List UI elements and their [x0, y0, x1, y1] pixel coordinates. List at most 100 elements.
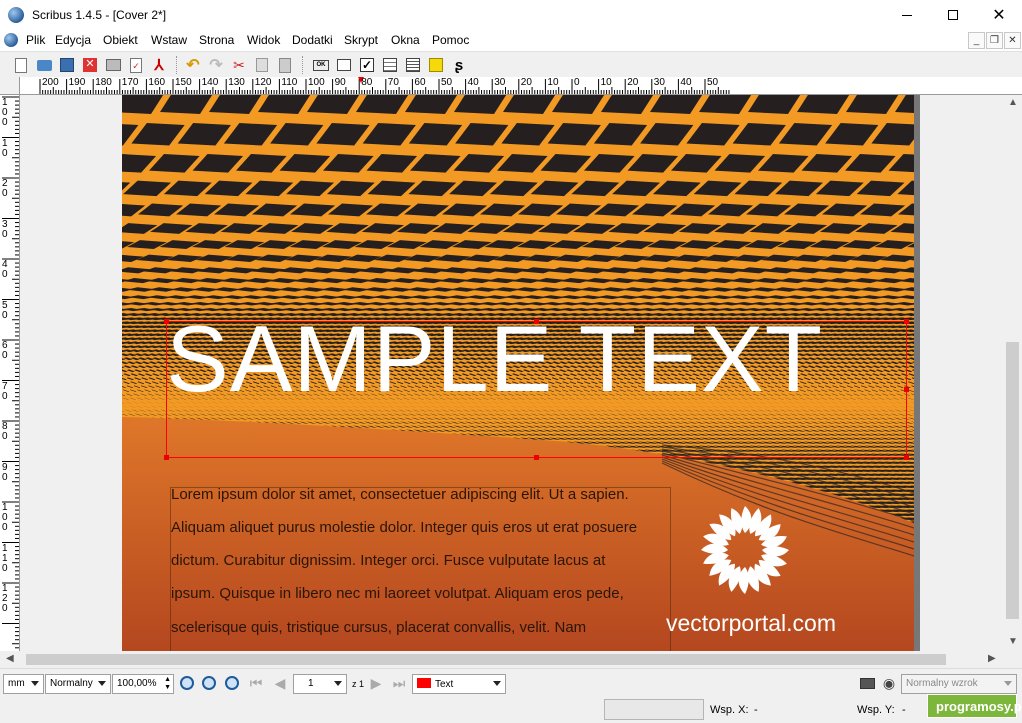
document-canvas[interactable]: SAMPLE TEXT Lorem ipsum dolor sit amet, …	[21, 95, 1003, 651]
menu-strona[interactable]: Strona	[199, 33, 234, 47]
save-button[interactable]	[58, 56, 76, 74]
document-page[interactable]: SAMPLE TEXT Lorem ipsum dolor sit amet, …	[122, 95, 914, 651]
menu-okna[interactable]: Okna	[391, 33, 420, 47]
pdf-list-box-tool[interactable]	[404, 56, 422, 74]
ruler-label: 150	[175, 77, 192, 88]
ruler-label: 2 0	[2, 178, 8, 199]
ruler-label: 50	[707, 77, 719, 88]
ruler-label: 20	[627, 77, 639, 88]
pdf-checkbox-tool[interactable]: ✓	[358, 56, 376, 74]
ruler-label: 60	[414, 77, 426, 88]
paste-icon	[279, 57, 291, 73]
ruler-label: 1 0 0	[2, 502, 8, 533]
export-pdf-button[interactable]: ⅄	[150, 56, 168, 74]
toolbar-separator	[302, 56, 303, 74]
cut-button[interactable]: ✂	[230, 56, 248, 74]
copy-icon	[256, 58, 268, 72]
ruler-label: 90	[334, 77, 346, 88]
open-button[interactable]	[35, 56, 53, 74]
list-icon	[383, 58, 397, 72]
menu-pomoc[interactable]: Pomoc	[432, 33, 469, 47]
pdf-combo-box-tool[interactable]	[381, 56, 399, 74]
menu-bar: Plik Edycja Obiekt Wstaw Strona Widok Do…	[0, 30, 1022, 51]
close-icon: ✕	[992, 7, 1006, 24]
redo-button[interactable]: ↷	[207, 56, 225, 74]
menu-skrypt[interactable]: Skrypt	[344, 33, 378, 47]
mdi-minimize-button[interactable]: _	[968, 32, 985, 49]
minimize-icon: _	[973, 35, 980, 46]
text-annotation-tool[interactable]	[427, 56, 445, 74]
ruler-label: 190	[68, 77, 86, 88]
ruler-label: 10	[600, 77, 612, 88]
ruler-label: 120	[254, 77, 272, 88]
ruler-label: 200	[42, 77, 59, 88]
ruler-label: 5 0	[2, 299, 8, 321]
close-button[interactable]: ✕	[976, 0, 1022, 30]
paste-button[interactable]	[276, 56, 294, 74]
pdf-text-field-tool[interactable]	[335, 56, 353, 74]
sticky-note-icon	[429, 58, 443, 72]
ruler-label: 160	[148, 77, 166, 88]
export-pdf-icon: ⅄	[154, 57, 164, 74]
ruler-corner	[0, 77, 20, 95]
ok-icon: OK	[313, 59, 329, 71]
restore-icon: ❐	[990, 35, 999, 46]
mdi-restore-button[interactable]: ❐	[986, 32, 1003, 49]
link-annotation-tool[interactable]: ʂ	[450, 56, 468, 74]
ruler-label: 130	[228, 77, 245, 88]
ruler-label: 1 2 0	[2, 583, 8, 614]
window-title: Scribus 1.4.5 - [Cover 2*]	[32, 8, 167, 22]
ruler-label: 7 0	[2, 380, 8, 402]
mdi-close-button[interactable]: ✕	[1004, 32, 1021, 49]
document-menu-icon[interactable]	[4, 33, 18, 47]
pdf-button-tool[interactable]: OK	[312, 56, 330, 74]
horizontal-ruler[interactable]: 200 190 180 170 160 150 140 130 120 110 100 90 80 70 6…	[20, 77, 1022, 95]
ruler-label: 80	[361, 77, 373, 88]
copy-button[interactable]	[253, 56, 271, 74]
menu-edycja[interactable]: Edycja	[55, 33, 91, 47]
menu-wstaw[interactable]: Wstaw	[151, 33, 187, 47]
menu-dodatki[interactable]: Dodatki	[292, 33, 333, 47]
ruler-label: 70	[387, 77, 399, 88]
main-toolbar: ✕ ✓ ⅄ ↶ ↷ ✂ OK ✓ ʂ	[0, 51, 1022, 77]
minimize-button[interactable]	[884, 0, 930, 30]
ruler-label: 180	[95, 77, 112, 88]
ruler-label: 1 0	[2, 137, 8, 159]
new-document-button[interactable]	[12, 56, 30, 74]
ruler-label: 6 0	[2, 340, 8, 361]
menu-obiekt[interactable]: Obiekt	[103, 33, 138, 47]
close-document-icon: ✕	[83, 58, 97, 72]
ruler-label: 40	[467, 77, 479, 88]
text-frame-icon	[337, 59, 351, 71]
minimize-icon	[902, 14, 912, 16]
preflight-icon: ✓	[130, 57, 142, 73]
ruler-label: 9 0	[2, 461, 8, 483]
ruler-label: 40	[680, 77, 692, 88]
redo-icon: ↷	[209, 57, 223, 74]
menu-widok[interactable]: Widok	[247, 33, 280, 47]
ruler-label: 0	[574, 77, 580, 88]
ruler-label: 140	[201, 77, 219, 88]
ruler-label: 20	[520, 77, 532, 88]
ruler-label: 3 0	[2, 218, 8, 240]
open-icon	[36, 59, 52, 71]
link-icon: ʂ	[454, 56, 464, 74]
ruler-label: 1 0 0	[2, 97, 8, 128]
title-bar: Scribus 1.4.5 - [Cover 2*] ✕	[0, 0, 1022, 30]
vertical-ruler[interactable]: 1 0 0 1 0 2 0 3 0 4 0 5 0 6 0 7 0 8 0 9 0 1 0 0 1 1…	[0, 95, 20, 651]
maximize-button[interactable]	[930, 0, 976, 30]
ruler-label: 30	[653, 77, 665, 88]
ruler-label: 4 0	[2, 259, 8, 280]
menu-plik[interactable]: Plik	[26, 33, 45, 47]
print-icon	[105, 59, 121, 71]
close-document-button[interactable]: ✕	[81, 56, 99, 74]
toolbar-separator	[176, 56, 177, 74]
preflight-button[interactable]: ✓	[127, 56, 145, 74]
save-icon	[60, 58, 74, 72]
grid-icon	[406, 58, 420, 72]
ruler-label: 8 0	[2, 421, 8, 442]
checkbox-icon: ✓	[360, 58, 374, 72]
ruler-label: 30	[494, 77, 506, 88]
undo-button[interactable]: ↶	[184, 56, 202, 74]
print-button[interactable]	[104, 56, 122, 74]
